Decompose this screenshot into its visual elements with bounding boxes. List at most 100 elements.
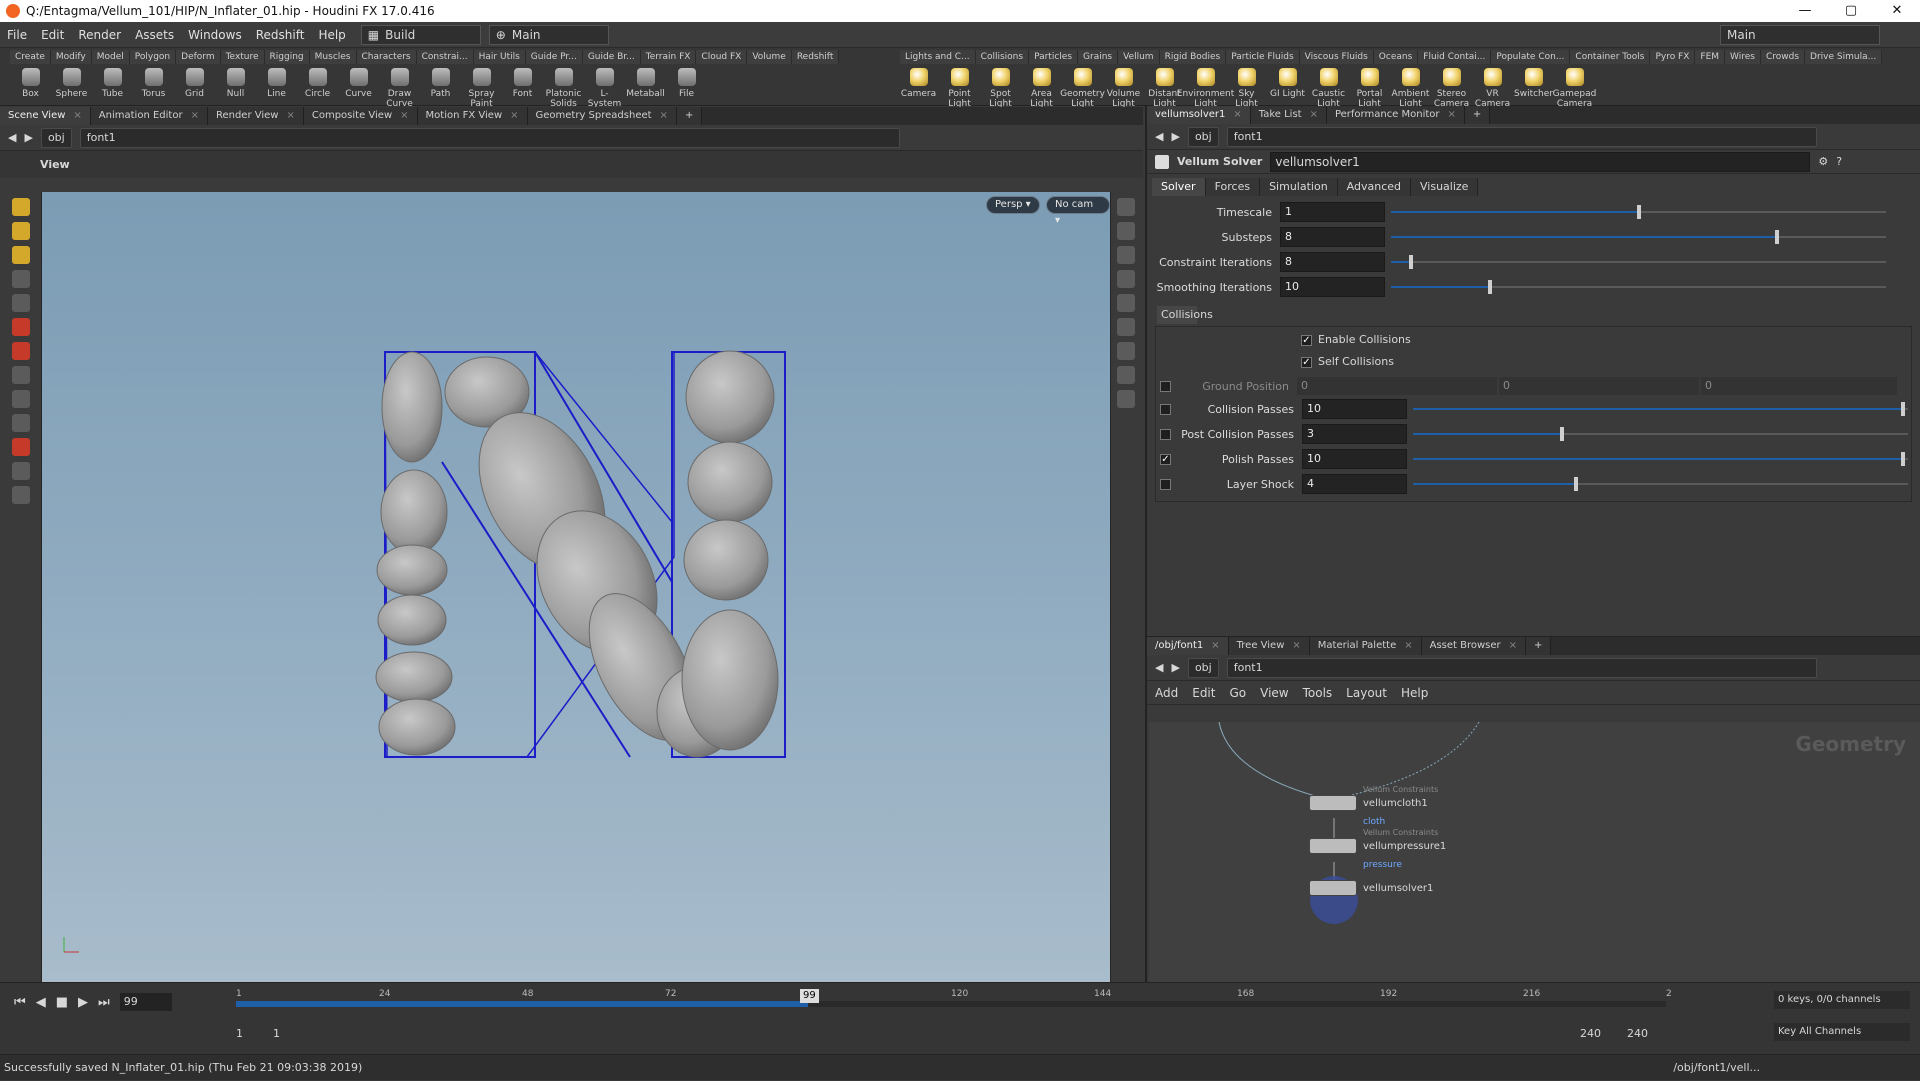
shelf-tool[interactable]: Spot Light xyxy=(980,66,1021,109)
close-tab-icon[interactable]: × xyxy=(1211,640,1219,651)
pane-tab[interactable]: Scene View × xyxy=(0,107,91,125)
enable-collisions-row[interactable]: ✓ Enable Collisions xyxy=(1301,333,1411,346)
playback-end-field[interactable]: 240 xyxy=(1627,1027,1648,1040)
forward-arrow-icon[interactable]: ▶ xyxy=(1171,130,1179,143)
shelf-tab[interactable]: Particles xyxy=(1029,50,1079,64)
scale-icon[interactable] xyxy=(11,366,30,384)
step-back-icon[interactable]: ◀ xyxy=(36,995,46,1010)
back-arrow-icon[interactable]: ◀ xyxy=(1155,661,1163,674)
network-menu-add[interactable]: Add xyxy=(1155,686,1178,700)
maximize-button[interactable]: ▢ xyxy=(1828,0,1874,22)
network-path-node[interactable]: font1 xyxy=(1226,657,1817,678)
normals-icon[interactable] xyxy=(1116,366,1135,384)
menu-edit[interactable]: Edit xyxy=(34,22,71,48)
wireframe-icon[interactable] xyxy=(1116,318,1135,336)
desktop-main-select[interactable]: ⊕ Main xyxy=(488,24,609,45)
lock-icon[interactable] xyxy=(11,294,30,312)
param-tab-simulation[interactable]: Simulation xyxy=(1260,178,1338,196)
pane-tab[interactable]: Animation Editor × xyxy=(90,107,208,125)
shelf-tool[interactable]: Sphere xyxy=(51,66,92,109)
menu-windows[interactable]: Windows xyxy=(181,22,249,48)
play-icon[interactable]: ▶ xyxy=(78,995,88,1010)
shelf-tool[interactable]: Stereo Camera xyxy=(1431,66,1472,109)
range-start-field[interactable]: 1 xyxy=(236,1027,243,1040)
shelf-tab[interactable]: Hair Utils xyxy=(473,50,526,64)
enable-collisions-checkbox[interactable]: ✓ xyxy=(1301,335,1312,346)
shelf-tool[interactable]: Caustic Light xyxy=(1308,66,1349,109)
shelf-tool[interactable]: GI Light xyxy=(1267,66,1308,109)
jump-start-icon[interactable]: ⏮ xyxy=(14,995,26,1010)
stop-icon[interactable]: ■ xyxy=(56,995,68,1010)
shelf-tool[interactable]: Curve xyxy=(338,66,379,109)
param-field[interactable]: 4 xyxy=(1302,474,1407,494)
shelf-tool[interactable]: Grid xyxy=(174,66,215,109)
forward-arrow-icon[interactable]: ▶ xyxy=(1171,661,1179,674)
timeline-bar[interactable]: 1244872961201441681922162 99 xyxy=(236,989,1672,1019)
minimize-button[interactable]: — xyxy=(1782,0,1828,22)
close-tab-icon[interactable]: × xyxy=(286,110,294,121)
self-collisions-row[interactable]: ✓ Self Collisions xyxy=(1301,355,1394,368)
shelf-tab[interactable]: Wires xyxy=(1725,50,1761,64)
network-menu-tools[interactable]: Tools xyxy=(1303,686,1333,700)
shelf-tab[interactable]: Texture xyxy=(220,50,265,64)
close-button[interactable]: ✕ xyxy=(1874,0,1920,22)
shelf-tool[interactable]: Point Light xyxy=(939,66,980,109)
param-tab-solver[interactable]: Solver xyxy=(1152,178,1206,196)
shelf-tab[interactable]: Create xyxy=(10,50,51,64)
param-enable-checkbox[interactable]: ✓ xyxy=(1160,453,1171,465)
param-field[interactable]: 8 xyxy=(1280,252,1385,272)
snap-icon[interactable] xyxy=(11,390,30,408)
help-icon[interactable]: ? xyxy=(1836,155,1842,168)
close-tab-icon[interactable]: × xyxy=(73,110,81,121)
camera-tool-icon[interactable] xyxy=(11,462,30,480)
network-menu-view[interactable]: View xyxy=(1260,686,1288,700)
param-path-node[interactable]: font1 xyxy=(1226,126,1817,147)
menu-redshift[interactable]: Redshift xyxy=(249,22,312,48)
light-tool-icon[interactable] xyxy=(11,486,30,504)
shelf-tool[interactable]: Path xyxy=(420,66,461,109)
info-icon[interactable] xyxy=(1116,390,1135,408)
shelf-tool[interactable]: Switcher xyxy=(1513,66,1554,109)
shelf-tool[interactable]: Portal Light xyxy=(1349,66,1390,109)
close-tab-icon[interactable]: × xyxy=(510,110,518,121)
shelf-tool[interactable]: L-System xyxy=(584,66,625,109)
shelf-tab[interactable]: Rigging xyxy=(264,50,310,64)
network-node[interactable]: vellumcloth1 xyxy=(1309,795,1428,811)
close-tab-icon[interactable]: × xyxy=(1310,109,1318,120)
pane-tab[interactable]: Asset Browser × xyxy=(1421,637,1527,655)
node-body[interactable] xyxy=(1309,838,1357,854)
shelf-tool[interactable]: Camera xyxy=(898,66,939,109)
shelf-tool[interactable]: Line xyxy=(256,66,297,109)
close-tab-icon[interactable]: × xyxy=(1404,640,1412,651)
select-tool-icon[interactable] xyxy=(11,198,30,216)
close-tab-icon[interactable]: × xyxy=(1233,109,1241,120)
shelf-tool[interactable]: Environment Light xyxy=(1177,66,1234,109)
network-menu-layout[interactable]: Layout xyxy=(1346,686,1387,700)
shelf-tab[interactable]: Model xyxy=(91,50,130,64)
network-menu-edit[interactable]: Edit xyxy=(1192,686,1215,700)
shelf-tool[interactable]: Box xyxy=(10,66,51,109)
shelf-tab[interactable]: Collisions xyxy=(975,50,1030,64)
param-slider[interactable] xyxy=(1413,449,1908,469)
shelf-tab[interactable]: Drive Simula... xyxy=(1805,50,1883,64)
menu-file[interactable]: File xyxy=(0,22,34,48)
back-arrow-icon[interactable]: ◀ xyxy=(8,131,16,144)
menu-render[interactable]: Render xyxy=(71,22,128,48)
shelf-tool[interactable]: Font xyxy=(502,66,543,109)
shelf-tab[interactable]: Oceans xyxy=(1373,50,1419,64)
add-tab-icon[interactable]: + xyxy=(676,107,703,125)
param-slider[interactable] xyxy=(1391,277,1886,297)
right-desktop-select[interactable]: Main xyxy=(1720,24,1880,45)
shelf-tab[interactable]: Modify xyxy=(50,50,92,64)
translate-icon[interactable] xyxy=(11,318,30,336)
network-path-root[interactable]: obj xyxy=(1187,657,1219,678)
ground-x-field[interactable]: 0 xyxy=(1297,377,1497,395)
path-root[interactable]: obj xyxy=(40,127,72,148)
shelf-tab[interactable]: Pyro FX xyxy=(1650,50,1696,64)
shelf-tab[interactable]: Characters xyxy=(356,50,417,64)
self-collisions-checkbox[interactable]: ✓ xyxy=(1301,357,1312,368)
shelf-tab[interactable]: Terrain FX xyxy=(640,50,697,64)
shelf-tool[interactable]: Circle xyxy=(297,66,338,109)
param-field[interactable]: 3 xyxy=(1302,424,1407,444)
close-tab-icon[interactable]: × xyxy=(1448,109,1456,120)
